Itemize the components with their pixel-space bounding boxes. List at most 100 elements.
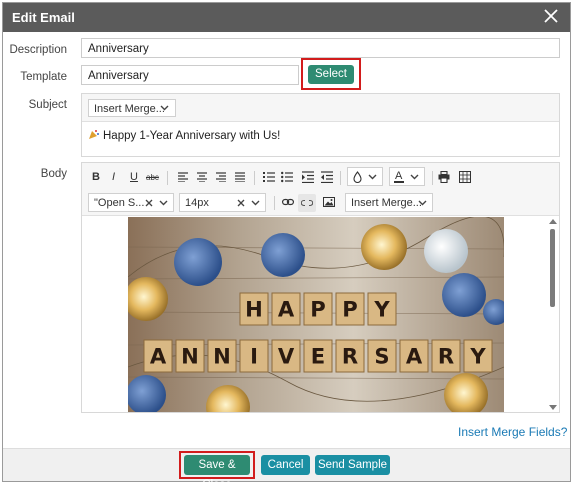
scroll-thumb[interactable] <box>550 229 555 307</box>
bold-button[interactable]: B <box>92 170 100 184</box>
chevron-down-icon <box>368 174 377 180</box>
subject-toolbar: Insert Merge... <box>82 94 559 122</box>
chevron-down-icon <box>410 174 419 180</box>
unlink-button[interactable] <box>298 194 316 212</box>
subject-content[interactable]: Happy 1-Year Anniversary with Us! <box>88 128 280 142</box>
letter-tile: S <box>367 339 397 373</box>
toolbar-divider <box>167 171 168 185</box>
clear-icon[interactable] <box>145 199 153 207</box>
word-happy: HAPPY <box>239 292 397 326</box>
indent-icon[interactable] <box>302 171 314 183</box>
description-label: Description <box>9 44 67 56</box>
svg-text:N: N <box>181 344 199 369</box>
letter-tile: Y <box>367 292 397 326</box>
chevron-down-icon <box>251 200 260 206</box>
letter-tile: I <box>239 339 269 373</box>
svg-text:P: P <box>342 297 357 322</box>
align-left-icon[interactable] <box>178 172 188 182</box>
letter-tile: A <box>143 339 173 373</box>
cancel-button[interactable]: Cancel <box>261 455 310 475</box>
letter-tile: N <box>175 339 205 373</box>
text-color-dropdown[interactable]: A <box>389 167 425 186</box>
body-toolbar: B I U abc A "Open S... 14px Insert Merge… <box>82 163 559 216</box>
subject-label: Subject <box>28 99 67 111</box>
subject-insert-merge-label: Insert Merge... <box>94 103 165 115</box>
align-center-icon[interactable] <box>197 172 207 182</box>
letter-tile: R <box>335 339 365 373</box>
word-anniversary: ANNIVERSARY <box>143 339 493 373</box>
body-editor: B I U abc A "Open S... 14px Insert Merge… <box>81 162 560 413</box>
svg-text:A: A <box>406 344 423 369</box>
font-family-dropdown[interactable]: "Open S... <box>88 193 174 212</box>
font-family-value: "Open S... <box>94 197 145 209</box>
svg-text:I: I <box>250 344 258 369</box>
font-size-value: 14px <box>185 197 209 209</box>
unlink-icon <box>301 199 313 207</box>
fill-color-icon <box>353 171 362 183</box>
font-size-dropdown[interactable]: 14px <box>179 193 266 212</box>
dialog-title-bar: Edit Email <box>3 3 570 32</box>
chevron-down-icon <box>418 200 427 206</box>
subject-insert-merge-dropdown[interactable]: Insert Merge... <box>88 99 176 117</box>
align-right-icon[interactable] <box>216 172 226 182</box>
link-icon[interactable] <box>282 198 294 206</box>
numbered-list-icon[interactable] <box>263 171 275 183</box>
align-justify-icon[interactable] <box>235 172 245 182</box>
toolbar-divider <box>274 196 275 210</box>
clear-icon[interactable] <box>237 199 245 207</box>
edit-email-dialog: Edit Email Description Anniversary Templ… <box>2 2 571 491</box>
body-insert-merge-label: Insert Merge... <box>351 197 422 209</box>
body-scrollbar[interactable] <box>547 217 559 412</box>
letter-tile: A <box>271 292 301 326</box>
letter-tile: R <box>431 339 461 373</box>
letter-tile: H <box>239 292 269 326</box>
letter-tile: P <box>303 292 333 326</box>
letter-tile: V <box>271 339 301 373</box>
background-color-dropdown[interactable] <box>347 167 383 186</box>
svg-text:S: S <box>374 344 389 369</box>
svg-text:E: E <box>311 344 325 369</box>
svg-text:V: V <box>278 344 295 369</box>
toolbar-divider <box>254 171 255 185</box>
chevron-down-icon <box>159 200 168 206</box>
outdent-icon[interactable] <box>321 171 333 183</box>
scroll-down-icon[interactable] <box>549 405 557 410</box>
image-icon[interactable] <box>323 197 335 207</box>
svg-text:Y: Y <box>469 344 486 369</box>
svg-text:R: R <box>438 344 454 369</box>
dialog-title: Edit Email <box>12 10 75 25</box>
italic-button[interactable]: I <box>112 170 115 184</box>
body-label: Body <box>40 168 67 180</box>
description-input[interactable]: Anniversary <box>81 38 560 58</box>
letter-tile: Y <box>463 339 493 373</box>
save-close-button[interactable]: Save & Close <box>184 455 250 491</box>
body-insert-merge-dropdown[interactable]: Insert Merge... <box>345 193 433 212</box>
template-input[interactable]: Anniversary <box>81 65 299 85</box>
subject-text: Happy 1-Year Anniversary with Us! <box>103 130 281 142</box>
party-popper-icon <box>88 129 100 140</box>
text-color-swatch <box>394 181 404 183</box>
happy-anniversary-image: HAPPY ANNIVERSARY <box>128 217 504 412</box>
table-icon[interactable] <box>459 171 471 183</box>
svg-text:R: R <box>342 344 358 369</box>
template-label: Template <box>20 71 67 83</box>
dialog-footer: Save & Close Cancel Send Sample <box>3 448 570 491</box>
print-icon[interactable] <box>438 171 450 183</box>
strikethrough-button[interactable]: abc <box>146 171 159 185</box>
svg-text:A: A <box>150 344 167 369</box>
send-sample-button[interactable]: Send Sample <box>315 455 390 475</box>
bullet-list-icon[interactable] <box>281 171 293 183</box>
insert-merge-fields-link[interactable]: Insert Merge Fields? <box>458 425 567 439</box>
svg-text:N: N <box>213 344 231 369</box>
svg-text:Y: Y <box>373 297 390 322</box>
chevron-down-icon <box>160 105 169 111</box>
toolbar-divider <box>432 171 433 185</box>
underline-button[interactable]: U <box>130 170 138 184</box>
svg-text:A: A <box>278 297 295 322</box>
select-button[interactable]: Select <box>308 65 354 84</box>
scroll-up-icon[interactable] <box>549 219 557 224</box>
body-content[interactable]: HAPPY ANNIVERSARY <box>83 217 545 412</box>
close-icon[interactable] <box>542 7 560 25</box>
letter-tile: E <box>303 339 333 373</box>
letter-tile: P <box>335 292 365 326</box>
